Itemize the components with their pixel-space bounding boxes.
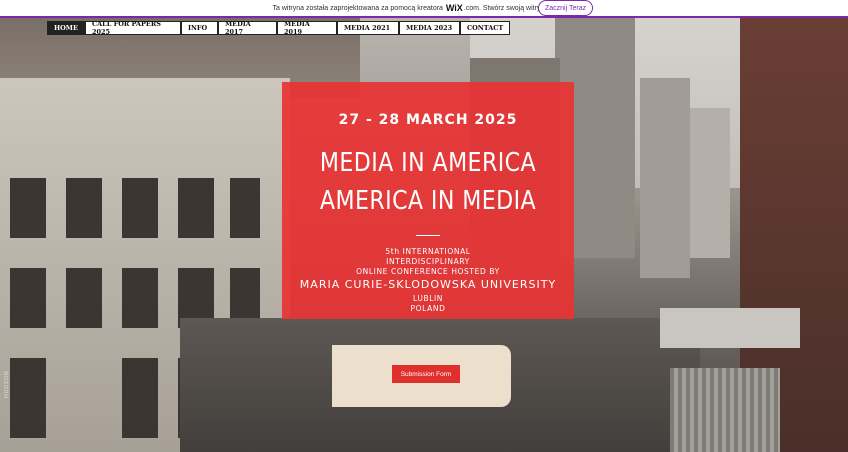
university-name: MARIA CURIE-SKLODOWSKA UNIVERSITY (299, 278, 557, 291)
nav-item-info[interactable]: INFO (180, 21, 218, 35)
country: POLAND (410, 304, 446, 313)
wix-logo: WiX (445, 3, 463, 13)
main-navigation: HOME CALL FOR PAPERS 2025 INFO MEDIA 201… (47, 20, 510, 36)
hero-panel: 27 - 28 MARCH 2025 MEDIA IN AMERICA AMER… (282, 82, 574, 319)
conference-date: 27 - 28 MARCH 2025 (338, 112, 518, 128)
start-now-button[interactable]: Zacznij Teraz (538, 0, 594, 16)
high-line-overpass (660, 308, 800, 348)
nav-item-contact[interactable]: CONTACT (459, 21, 510, 35)
nav-item-call-for-papers[interactable]: CALL FOR PAPERS 2025 (84, 20, 181, 36)
hudson-sign: HUDSON (4, 370, 10, 398)
nav-item-media-2021[interactable]: MEDIA 2021 (336, 21, 399, 35)
subtitle-line-1: 5th INTERNATIONAL (385, 247, 471, 256)
subtitle-line-3: ONLINE CONFERENCE HOSTED BY (356, 267, 500, 276)
nav-item-media-2017[interactable]: MEDIA 2017 (217, 20, 277, 36)
nav-item-media-2023[interactable]: MEDIA 2023 (398, 21, 460, 35)
walkway-tiles (670, 368, 780, 452)
city: LUBLIN (412, 294, 444, 303)
wix-banner-text: Ta witryna została zaprojektowana za pom… (272, 4, 443, 12)
wix-banner: Ta witryna została zaprojektowana za pom… (0, 0, 848, 18)
nav-item-media-2019[interactable]: MEDIA 2019 (276, 20, 337, 36)
submission-form-button[interactable]: Submission Form (392, 365, 460, 383)
tower-3 (690, 108, 730, 258)
submission-card: Submission Form (332, 345, 511, 407)
title-line-2: AMERICA IN MEDIA (319, 186, 537, 216)
subtitle-line-2: INTERDISCIPLINARY (386, 257, 470, 266)
nav-item-home[interactable]: HOME (47, 21, 85, 35)
divider (416, 235, 440, 236)
title-line-1: MEDIA IN AMERICA (319, 148, 537, 178)
tower-2 (640, 78, 690, 278)
